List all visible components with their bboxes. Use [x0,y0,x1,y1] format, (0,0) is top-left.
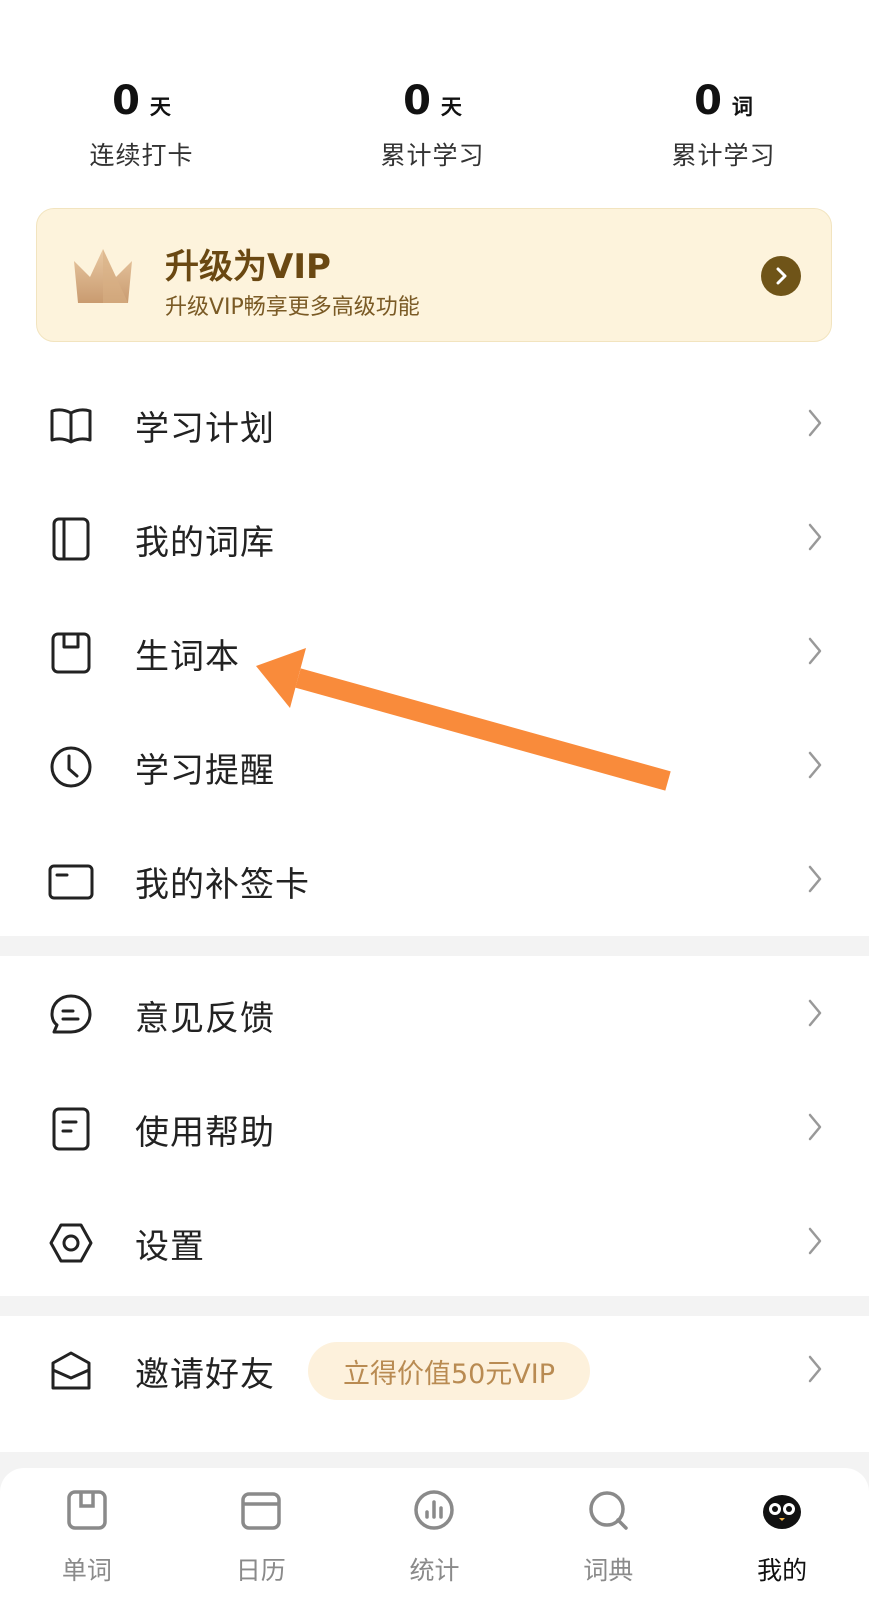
stat-label: 连续打卡 [89,141,194,170]
card-icon [48,864,94,900]
tab-calendar[interactable]: 日历 [174,1468,348,1600]
vip-title: 升级为VIP [165,247,331,287]
stat-label: 累计学习 [380,141,485,170]
mascot-profile-icon [763,1495,802,1529]
tab-dictionary[interactable]: 词典 [521,1468,695,1600]
envelope-icon [51,1351,91,1390]
menu-item-word-library[interactable]: 我的词库 [0,480,869,594]
chevron-right-icon [808,523,822,551]
bottom-nav: 单词 日历 统计 词典 我的 [0,1468,869,1600]
stat-label: 累计学习 [671,141,776,170]
menu-item-vocab-notebook[interactable]: 生词本 [0,594,869,708]
stat-unit: 天 [440,95,462,119]
invite-reward-badge: 立得价值50元VIP [308,1342,590,1400]
book-open-icon [50,408,92,444]
stat-unit: 词 [731,95,753,119]
stats-icon [414,1490,455,1530]
chat-bubble-icon [50,994,92,1034]
dictionary-search-icon [589,1491,629,1530]
tab-profile[interactable]: 我的 [695,1468,869,1600]
chevron-right-icon [808,637,822,665]
chevron-right-icon [808,865,822,893]
word-tab-icon [67,1490,107,1530]
tab-words[interactable]: 单词 [0,1468,174,1600]
menu-label: 学习计划 [135,409,275,449]
notebook-icon [51,632,91,674]
menu-item-feedback[interactable]: 意见反馈 [0,956,869,1070]
word-library-icon [52,517,90,561]
chevron-right-icon [808,409,822,437]
menu-label: 使用帮助 [135,1113,275,1153]
menu-label: 邀请好友 [135,1355,275,1395]
tab-statistics[interactable]: 统计 [348,1468,522,1600]
menu-label: 意见反馈 [135,999,275,1039]
calendar-icon [240,1492,281,1530]
menu-item-study-reminder[interactable]: 学习提醒 [0,708,869,822]
clock-icon [50,746,92,788]
stat-value: 0 [403,78,431,124]
tab-label: 我的 [757,1556,808,1585]
chevron-right-icon [808,1113,822,1141]
stat-total-words[interactable]: 0 词 累计学习 [578,78,869,178]
tab-label: 日历 [235,1556,286,1585]
tab-label: 单词 [61,1556,112,1585]
chevron-right-icon [808,1227,822,1255]
stat-value: 0 [112,78,140,124]
menu-label: 我的词库 [135,523,275,563]
menu-label: 生词本 [135,637,240,677]
chevron-right-icon [808,1355,822,1383]
stat-value: 0 [694,78,722,124]
menu-label: 学习提醒 [135,751,275,791]
menu-label: 设置 [135,1227,205,1267]
chevron-right-icon [808,751,822,779]
section-divider [0,936,869,956]
stat-consecutive-checkin[interactable]: 0 天 连续打卡 [0,78,287,178]
menu-label: 我的补签卡 [135,865,310,905]
tab-label: 词典 [583,1556,634,1585]
settings-hex-icon [49,1223,93,1263]
menu-item-help[interactable]: 使用帮助 [0,1070,869,1184]
menu-item-settings[interactable]: 设置 [0,1184,869,1298]
section-divider [0,1296,869,1316]
crown-icon [74,249,132,303]
menu-item-study-plan[interactable]: 学习计划 [0,366,869,480]
vip-subtitle: 升级VIP畅享更多高级功能 [165,295,420,320]
chevron-right-icon [808,999,822,1027]
tab-label: 统计 [409,1556,460,1585]
menu-item-invite-friends[interactable]: 邀请好友 立得价值50元VIP [0,1316,869,1428]
vip-upgrade-card[interactable]: 升级为VIP 升级VIP畅享更多高级功能 [36,208,832,342]
stats-bar: 0 天 连续打卡 0 天 累计学习 0 词 累计学习 [0,78,869,178]
menu-item-makeup-card[interactable]: 我的补签卡 [0,822,869,936]
stat-total-days[interactable]: 0 天 累计学习 [287,78,578,178]
chevron-right-icon[interactable] [761,256,801,296]
help-doc-icon [52,1107,90,1151]
stat-unit: 天 [149,95,171,119]
